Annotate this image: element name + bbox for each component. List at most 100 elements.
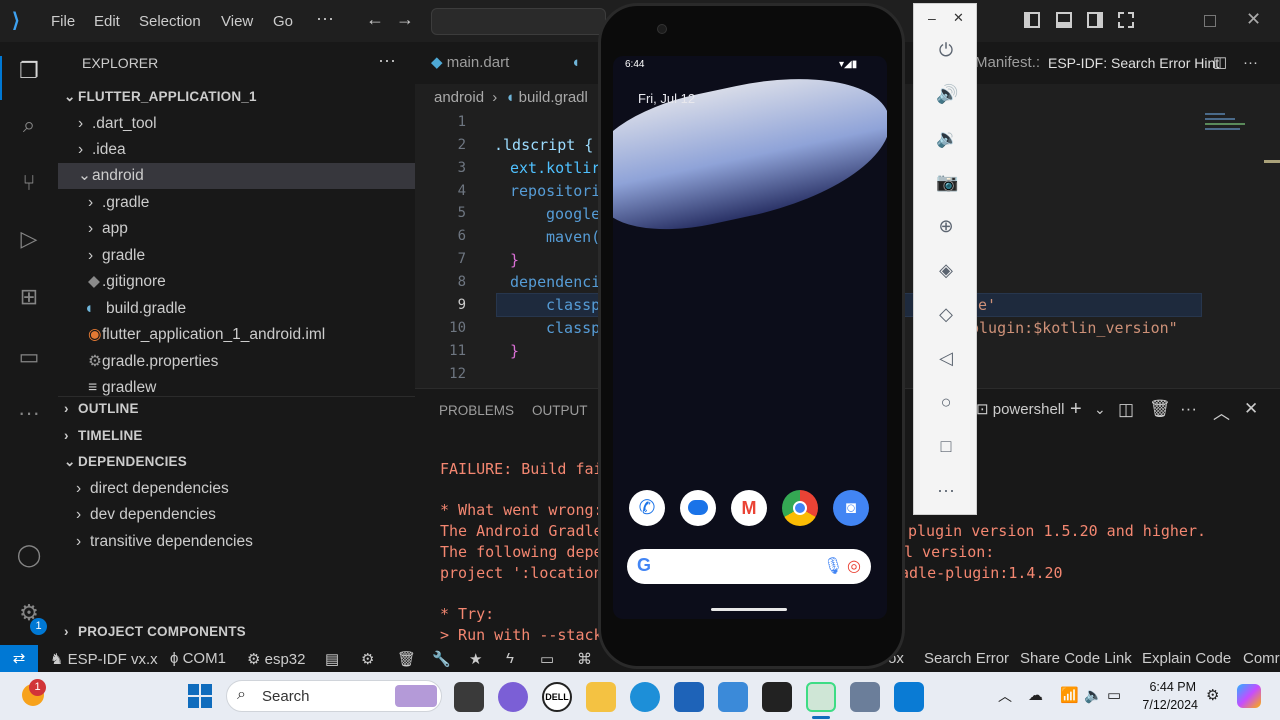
task-view-icon[interactable] — [454, 682, 484, 712]
start-windows-icon[interactable] — [188, 684, 212, 708]
more-menu-icon[interactable]: ··· — [316, 8, 334, 29]
close-emulator-icon[interactable]: ✕ — [953, 10, 964, 26]
code-line[interactable]: maven( — [546, 228, 600, 246]
menu-edit[interactable]: Edit — [94, 13, 120, 30]
rotate-right-icon[interactable]: ◇ — [936, 304, 956, 324]
target-chip[interactable]: ⚙ esp32 — [247, 650, 306, 668]
extended-controls-icon[interactable]: ··· — [936, 480, 956, 500]
minimap[interactable] — [1205, 110, 1265, 160]
new-terminal-icon[interactable]: + — [1070, 398, 1082, 421]
dep-direct[interactable]: › direct dependencies — [76, 476, 229, 502]
monitor-icon[interactable]: ▭ — [540, 650, 554, 668]
close-window-icon[interactable]: ✕ — [1246, 9, 1261, 30]
camera-app-icon[interactable]: ◙ — [833, 490, 869, 526]
teams-icon[interactable] — [498, 682, 528, 712]
section-project-components[interactable]: › PROJECT COMPONENTS — [64, 619, 246, 645]
more-views-icon[interactable]: ··· — [14, 400, 44, 430]
tree-item-gradle[interactable]: › gradle — [88, 243, 145, 269]
power-icon[interactable]: ⏻ — [936, 40, 956, 60]
lens-icon[interactable]: ◎ — [847, 556, 861, 576]
status-item-comr[interactable]: Comr — [1243, 650, 1280, 667]
android-emulator-icon[interactable] — [806, 682, 836, 712]
volume-up-icon[interactable]: 🔊 — [936, 84, 958, 104]
search-icon[interactable]: ⌕ — [14, 112, 44, 142]
code-line[interactable]: } — [510, 342, 519, 360]
notepad-icon[interactable] — [718, 682, 748, 712]
gesture-nav-bar[interactable] — [711, 608, 787, 611]
menu-go[interactable]: Go — [273, 13, 293, 30]
section-timeline[interactable]: › TIMELINE — [64, 423, 143, 449]
explorer-more-icon[interactable]: ··· — [378, 50, 396, 71]
tree-item-build-gradle[interactable]: ◖ build.gradle — [84, 296, 186, 322]
battery-icon[interactable]: ▭ — [1107, 686, 1121, 704]
tree-item-dart-tool[interactable]: › .dart_tool — [78, 111, 157, 137]
messages-app-icon[interactable] — [680, 490, 716, 526]
google-search-bar[interactable]: G 🎙 ◎ — [627, 549, 871, 584]
maximize-panel-icon[interactable]: ︿ — [1213, 399, 1230, 424]
phone-app-icon[interactable]: ✆ — [629, 490, 665, 526]
tree-item-android[interactable]: ⌄android — [58, 163, 415, 189]
tree-item-iml[interactable]: ◉flutter_application_1_android.iml — [88, 322, 325, 348]
dell-icon[interactable]: DELL — [542, 682, 572, 712]
edge-icon[interactable] — [630, 682, 660, 712]
clock-time[interactable]: 6:44 PM — [1141, 680, 1196, 694]
breadcrumb-android[interactable]: android — [434, 89, 484, 106]
overview-icon[interactable]: □ — [936, 436, 956, 456]
toggle-sidebar-icon[interactable] — [1024, 12, 1040, 28]
explorer-icon[interactable]: ❐ — [14, 58, 44, 88]
menu-selection[interactable]: Selection — [139, 13, 201, 30]
full-clean-icon[interactable]: 🗑 — [397, 650, 416, 668]
screenshot-camera-icon[interactable]: 📷 — [936, 172, 958, 192]
forward-arrow-icon[interactable]: → — [396, 9, 414, 30]
section-outline[interactable]: › OUTLINE — [64, 396, 139, 422]
code-line-tail[interactable]: plugin:$kotlin_version" — [970, 319, 1178, 337]
chrome-app-icon[interactable] — [782, 490, 818, 526]
flash-bolt-icon[interactable]: ϟ — [506, 650, 514, 667]
volume-down-icon[interactable]: 🔉 — [936, 128, 958, 148]
folder-icon[interactable]: ▤ — [325, 650, 339, 668]
zoom-icon[interactable]: ⊕ — [936, 216, 956, 236]
tree-item-idea[interactable]: › .idea — [78, 137, 126, 163]
phone-screen[interactable]: 6:44 ▾◢▮ Fri, Jul 12 ✆ M ◙ G 🎙 ◎ — [613, 56, 887, 619]
esp-idf-version[interactable]: ♞ ESP-IDF vx.x — [50, 650, 158, 668]
volume-icon[interactable]: 🔈 — [1084, 686, 1103, 704]
search-error-button[interactable]: Search Error — [924, 650, 1009, 667]
run-debug-icon[interactable]: ▷ — [14, 226, 44, 256]
gmail-app-icon[interactable]: M — [731, 490, 767, 526]
code-line[interactable]: .ldscript { — [494, 136, 593, 154]
tab-manifest[interactable]: Manifest.: — [975, 42, 1040, 84]
copilot-icon[interactable] — [1237, 684, 1261, 708]
toggle-secondary-sidebar-icon[interactable] — [1087, 12, 1103, 28]
store-icon[interactable] — [674, 682, 704, 712]
code-line[interactable]: dependenci — [510, 273, 600, 291]
clock-date[interactable]: 7/12/2024 — [1138, 698, 1198, 712]
serial-port[interactable]: ϕ COM1 — [170, 650, 226, 667]
code-line[interactable]: classp — [546, 296, 600, 314]
menu-file[interactable]: File — [51, 13, 75, 30]
rotate-left-icon[interactable]: ◈ — [936, 260, 956, 280]
dep-dev[interactable]: › dev dependencies — [76, 502, 216, 528]
panel-tab-problems[interactable]: PROBLEMS — [439, 403, 514, 418]
show-hidden-icons[interactable]: ︿ — [998, 686, 1012, 706]
code-line[interactable]: google — [546, 205, 600, 223]
menu-view[interactable]: View — [221, 13, 253, 30]
back-arrow-icon[interactable]: ← — [366, 9, 384, 30]
command-center[interactable] — [431, 8, 606, 35]
terminal-shell-select[interactable]: ⊡ powershell — [976, 400, 1064, 418]
dep-transitive[interactable]: › transitive dependencies — [76, 529, 253, 555]
restore-window-icon[interactable] — [1204, 15, 1216, 27]
debug-icon[interactable]: ⌘ — [577, 650, 592, 668]
tab-esp-idf-hint[interactable]: ESP-IDF: Search Error Hint — [1048, 42, 1219, 84]
editor-more-icon[interactable]: ··· — [1243, 42, 1258, 84]
project-folder[interactable]: ⌄ FLUTTER_APPLICATION_1 — [64, 84, 257, 110]
gradle-tab-icon[interactable]: ◖ — [571, 42, 580, 84]
split-editor-icon[interactable]: ◫ — [1213, 42, 1227, 84]
split-terminal-icon[interactable]: ◫ — [1118, 400, 1134, 420]
close-panel-icon[interactable]: ✕ — [1244, 399, 1258, 419]
toggle-panel-icon[interactable] — [1056, 12, 1072, 28]
config-gear-icon[interactable]: ⚙ — [361, 650, 374, 668]
tree-item-gradle-dir[interactable]: › .gradle — [88, 190, 149, 216]
notification-bell-icon[interactable]: ⚙ — [1206, 686, 1219, 704]
panel-tab-output[interactable]: OUTPUT — [532, 403, 588, 418]
trash-icon[interactable]: 🗑 — [1149, 399, 1171, 419]
